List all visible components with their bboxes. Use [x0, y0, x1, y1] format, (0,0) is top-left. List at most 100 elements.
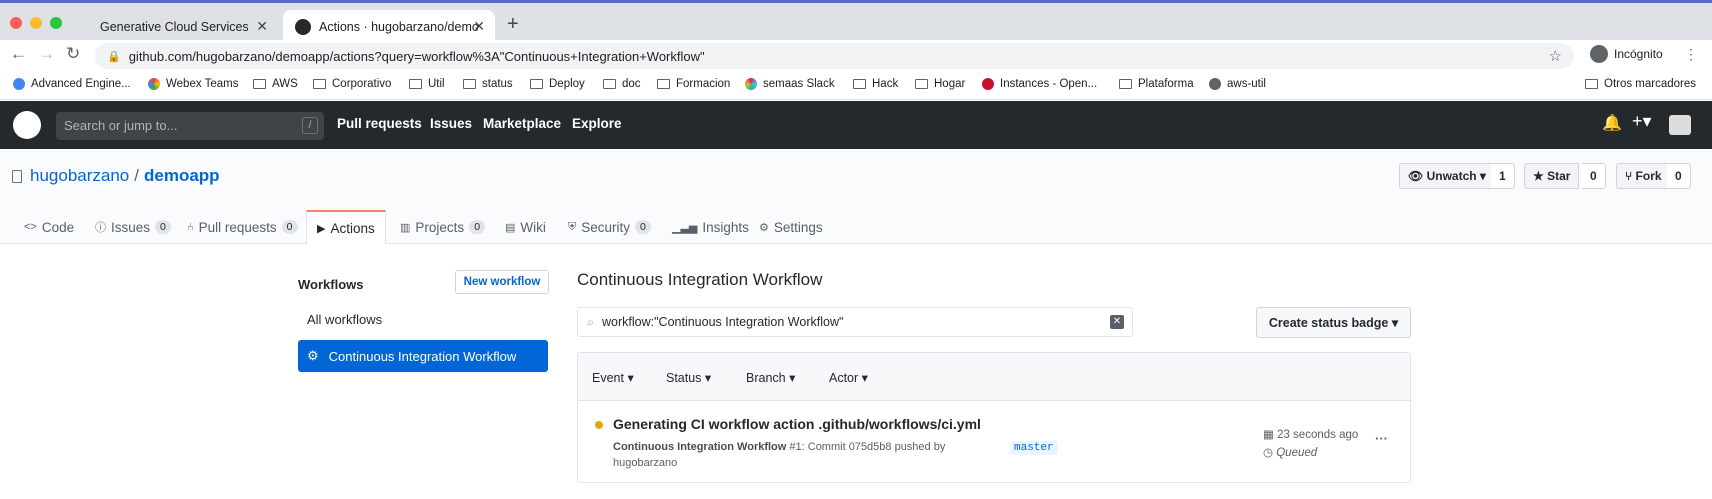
address-bar[interactable]: 🔒 github.com/hugobarzano/demoapp/actions…	[95, 43, 1574, 69]
sidebar-item-ci-workflow[interactable]: ⚙ Continuous Integration Workflow	[298, 340, 548, 372]
fork-button[interactable]: ⑂ Fork	[1616, 163, 1671, 189]
tab-settings[interactable]: ⚙ Settings	[749, 210, 833, 244]
nav-issues[interactable]: Issues	[430, 116, 472, 131]
slash-shortcut-hint: /	[302, 117, 318, 134]
workflow-filter-input[interactable]: ⌕ workflow:"Continuous Integration Workf…	[577, 307, 1133, 337]
folder-icon	[313, 79, 326, 89]
bookmark-item[interactable]: aws-util	[1209, 78, 1266, 90]
more-options-icon[interactable]: ···	[1375, 431, 1388, 446]
star-count[interactable]: 0	[1582, 163, 1606, 189]
run-meta: Continuous Integration Workflow #1: Comm…	[613, 439, 973, 471]
fork-count[interactable]: 0	[1667, 163, 1691, 189]
incognito-profile[interactable]: Incógnito	[1590, 45, 1663, 63]
bookmark-folder[interactable]: Formacion	[657, 78, 730, 90]
run-workflow-name: Continuous Integration Workflow	[613, 441, 787, 453]
bookmark-folder[interactable]: Deploy	[530, 78, 585, 90]
runs-filter-bar: Event ▾ Status ▾ Branch ▾ Actor ▾	[578, 353, 1410, 401]
folder-icon	[1585, 79, 1598, 89]
repo-name-link[interactable]: demoapp	[144, 166, 220, 186]
bookmark-star-icon[interactable]: ☆	[1549, 47, 1562, 65]
queued-status-icon	[595, 421, 603, 429]
bookmark-folder[interactable]: status	[463, 78, 513, 90]
run-title-link[interactable]: Generating CI workflow action .github/wo…	[613, 416, 981, 432]
avatar[interactable]	[1669, 115, 1691, 135]
tab-code[interactable]: <> Code	[14, 210, 84, 244]
back-arrow-icon[interactable]: ←	[10, 44, 27, 64]
star-button[interactable]: ★ Star	[1524, 163, 1580, 189]
bookmark-item[interactable]: semaas Slack	[745, 78, 835, 90]
forward-arrow-icon[interactable]: →	[38, 44, 55, 64]
tab-title: Generative Cloud Services	[100, 19, 249, 34]
folder-icon	[463, 79, 476, 89]
status-filter-dropdown[interactable]: Status ▾	[666, 370, 711, 385]
repo-title: hugobarzano / demoapp	[12, 166, 220, 186]
repo-header: hugobarzano / demoapp 👁 Unwatch ▾ 1 ★ St…	[0, 149, 1712, 244]
tab-pull-requests[interactable]: ⑃ Pull requests 0	[177, 210, 308, 244]
nav-pull-requests[interactable]: Pull requests	[337, 116, 422, 131]
browser-tab-strip: Generative Cloud Services ✕ Actions · hu…	[0, 0, 1712, 43]
nav-explore[interactable]: Explore	[572, 116, 622, 131]
actor-filter-dropdown[interactable]: Actor ▾	[829, 370, 868, 385]
star-icon: ★	[1533, 169, 1548, 183]
tab-wiki[interactable]: ▤ Wiki	[495, 210, 556, 244]
browser-tab-generative[interactable]: Generative Cloud Services ✕	[88, 10, 278, 43]
bookmark-folder[interactable]: Plataforma	[1119, 78, 1194, 90]
browser-tab-actions[interactable]: Actions · hugobarzano/demoap ✕	[283, 10, 495, 43]
create-status-badge-button[interactable]: Create status badge ▾	[1256, 307, 1411, 338]
bookmark-item[interactable]: Advanced Engine...	[13, 78, 131, 90]
workflow-icon: ⚙	[307, 348, 319, 363]
nav-marketplace[interactable]: Marketplace	[483, 116, 561, 131]
folder-icon	[253, 79, 266, 89]
watch-count[interactable]: 1	[1491, 163, 1515, 189]
bookmark-folder[interactable]: AWS	[253, 78, 298, 90]
reload-icon[interactable]: ↻	[66, 44, 80, 64]
tab-insights[interactable]: ▁▃▅ Insights	[662, 210, 759, 244]
bookmark-folder[interactable]: Corporativo	[313, 78, 391, 90]
folder-icon	[409, 79, 422, 89]
clear-filter-icon[interactable]: ✕	[1110, 315, 1124, 329]
new-tab-button[interactable]: +	[507, 13, 519, 36]
close-icon[interactable]: ✕	[256, 18, 268, 35]
incognito-icon	[1590, 45, 1608, 63]
bookmark-folder[interactable]: Otros marcadores	[1585, 78, 1696, 90]
browser-menu-icon[interactable]: ⋮	[1684, 46, 1698, 63]
minimize-window-button[interactable]	[30, 17, 42, 29]
unwatch-button[interactable]: 👁 Unwatch ▾	[1399, 163, 1495, 189]
bookmark-folder[interactable]: Hogar	[915, 78, 965, 90]
webex-icon	[148, 78, 160, 90]
bookmark-folder[interactable]: Util	[409, 78, 445, 90]
branch-label[interactable]: master	[1010, 441, 1058, 455]
count-badge: 0	[281, 220, 298, 234]
sidebar-item-all-workflows[interactable]: All workflows	[298, 303, 548, 335]
path-separator: /	[134, 166, 139, 185]
event-filter-dropdown[interactable]: Event ▾	[592, 370, 634, 385]
tab-actions[interactable]: ▶ Actions	[306, 210, 386, 244]
bookmark-folder[interactable]: Hack	[853, 78, 898, 90]
bookmarks-bar: Advanced Engine... Webex Teams AWS Corpo…	[0, 72, 1712, 100]
search-input[interactable]: Search or jump to... /	[56, 112, 324, 140]
branch-filter-dropdown[interactable]: Branch ▾	[746, 370, 795, 385]
code-icon: <>	[24, 221, 37, 233]
close-window-button[interactable]	[10, 17, 22, 29]
plus-dropdown-icon[interactable]: +▾	[1632, 111, 1652, 132]
graph-icon: ▁▃▅	[672, 221, 698, 234]
close-icon[interactable]: ✕	[473, 18, 485, 35]
bell-icon[interactable]: 🔔	[1602, 113, 1622, 133]
github-logo-icon[interactable]	[13, 111, 41, 139]
page-title: Continuous Integration Workflow	[577, 270, 823, 289]
browser-toolbar: ← → ↻ 🔒 github.com/hugobarzano/demoapp/a…	[0, 40, 1712, 72]
slack-icon	[745, 78, 757, 90]
tab-issues[interactable]: ⓘ Issues 0	[85, 210, 181, 244]
folder-icon	[915, 79, 928, 89]
repo-owner-link[interactable]: hugobarzano	[30, 166, 129, 186]
play-icon: ▶	[317, 222, 326, 235]
new-workflow-button[interactable]: New workflow	[455, 270, 549, 294]
search-icon: ⌕	[587, 314, 595, 329]
tab-security[interactable]: ⛨ Security 0	[558, 210, 661, 244]
bookmark-item[interactable]: Webex Teams	[148, 78, 238, 90]
tab-projects[interactable]: ▥ Projects 0	[390, 210, 495, 244]
bookmark-folder[interactable]: doc	[603, 78, 641, 90]
bookmark-item[interactable]: Instances - Open...	[982, 78, 1097, 90]
zoom-window-button[interactable]	[50, 17, 62, 29]
repo-icon	[12, 169, 22, 183]
